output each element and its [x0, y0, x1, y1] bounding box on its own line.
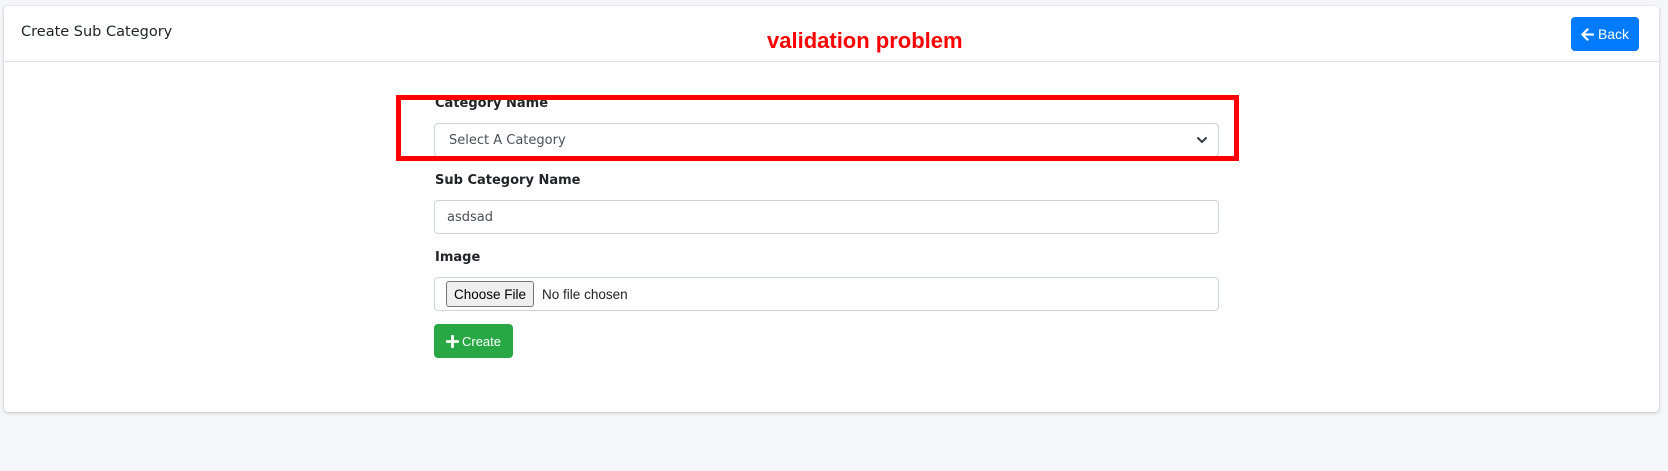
category-name-label: Category Name: [435, 96, 549, 111]
page-title: Create Sub Category: [21, 24, 173, 40]
sub-category-name-value: asdsad: [447, 209, 493, 225]
plus-icon: [445, 334, 459, 348]
chevron-down-icon: [1197, 137, 1207, 143]
sub-category-name-label: Sub Category Name: [435, 173, 581, 188]
category-select-value: Select A Category: [449, 132, 566, 148]
create-button-label: Create: [461, 333, 502, 349]
choose-file-button[interactable]: Choose File: [446, 281, 535, 307]
image-file-input[interactable]: Choose File No file chosen: [434, 277, 1219, 311]
category-select[interactable]: Select A Category: [434, 123, 1219, 157]
back-button-label: Back: [1597, 26, 1630, 42]
create-button[interactable]: Create: [434, 324, 513, 358]
validation-annotation: validation problem: [767, 28, 963, 53]
image-label: Image: [435, 250, 481, 265]
file-status-text: No file chosen: [542, 286, 628, 302]
back-button[interactable]: Back: [1571, 17, 1639, 51]
arrow-left-icon: [1581, 27, 1594, 41]
sub-category-name-input[interactable]: asdsad: [434, 200, 1219, 234]
